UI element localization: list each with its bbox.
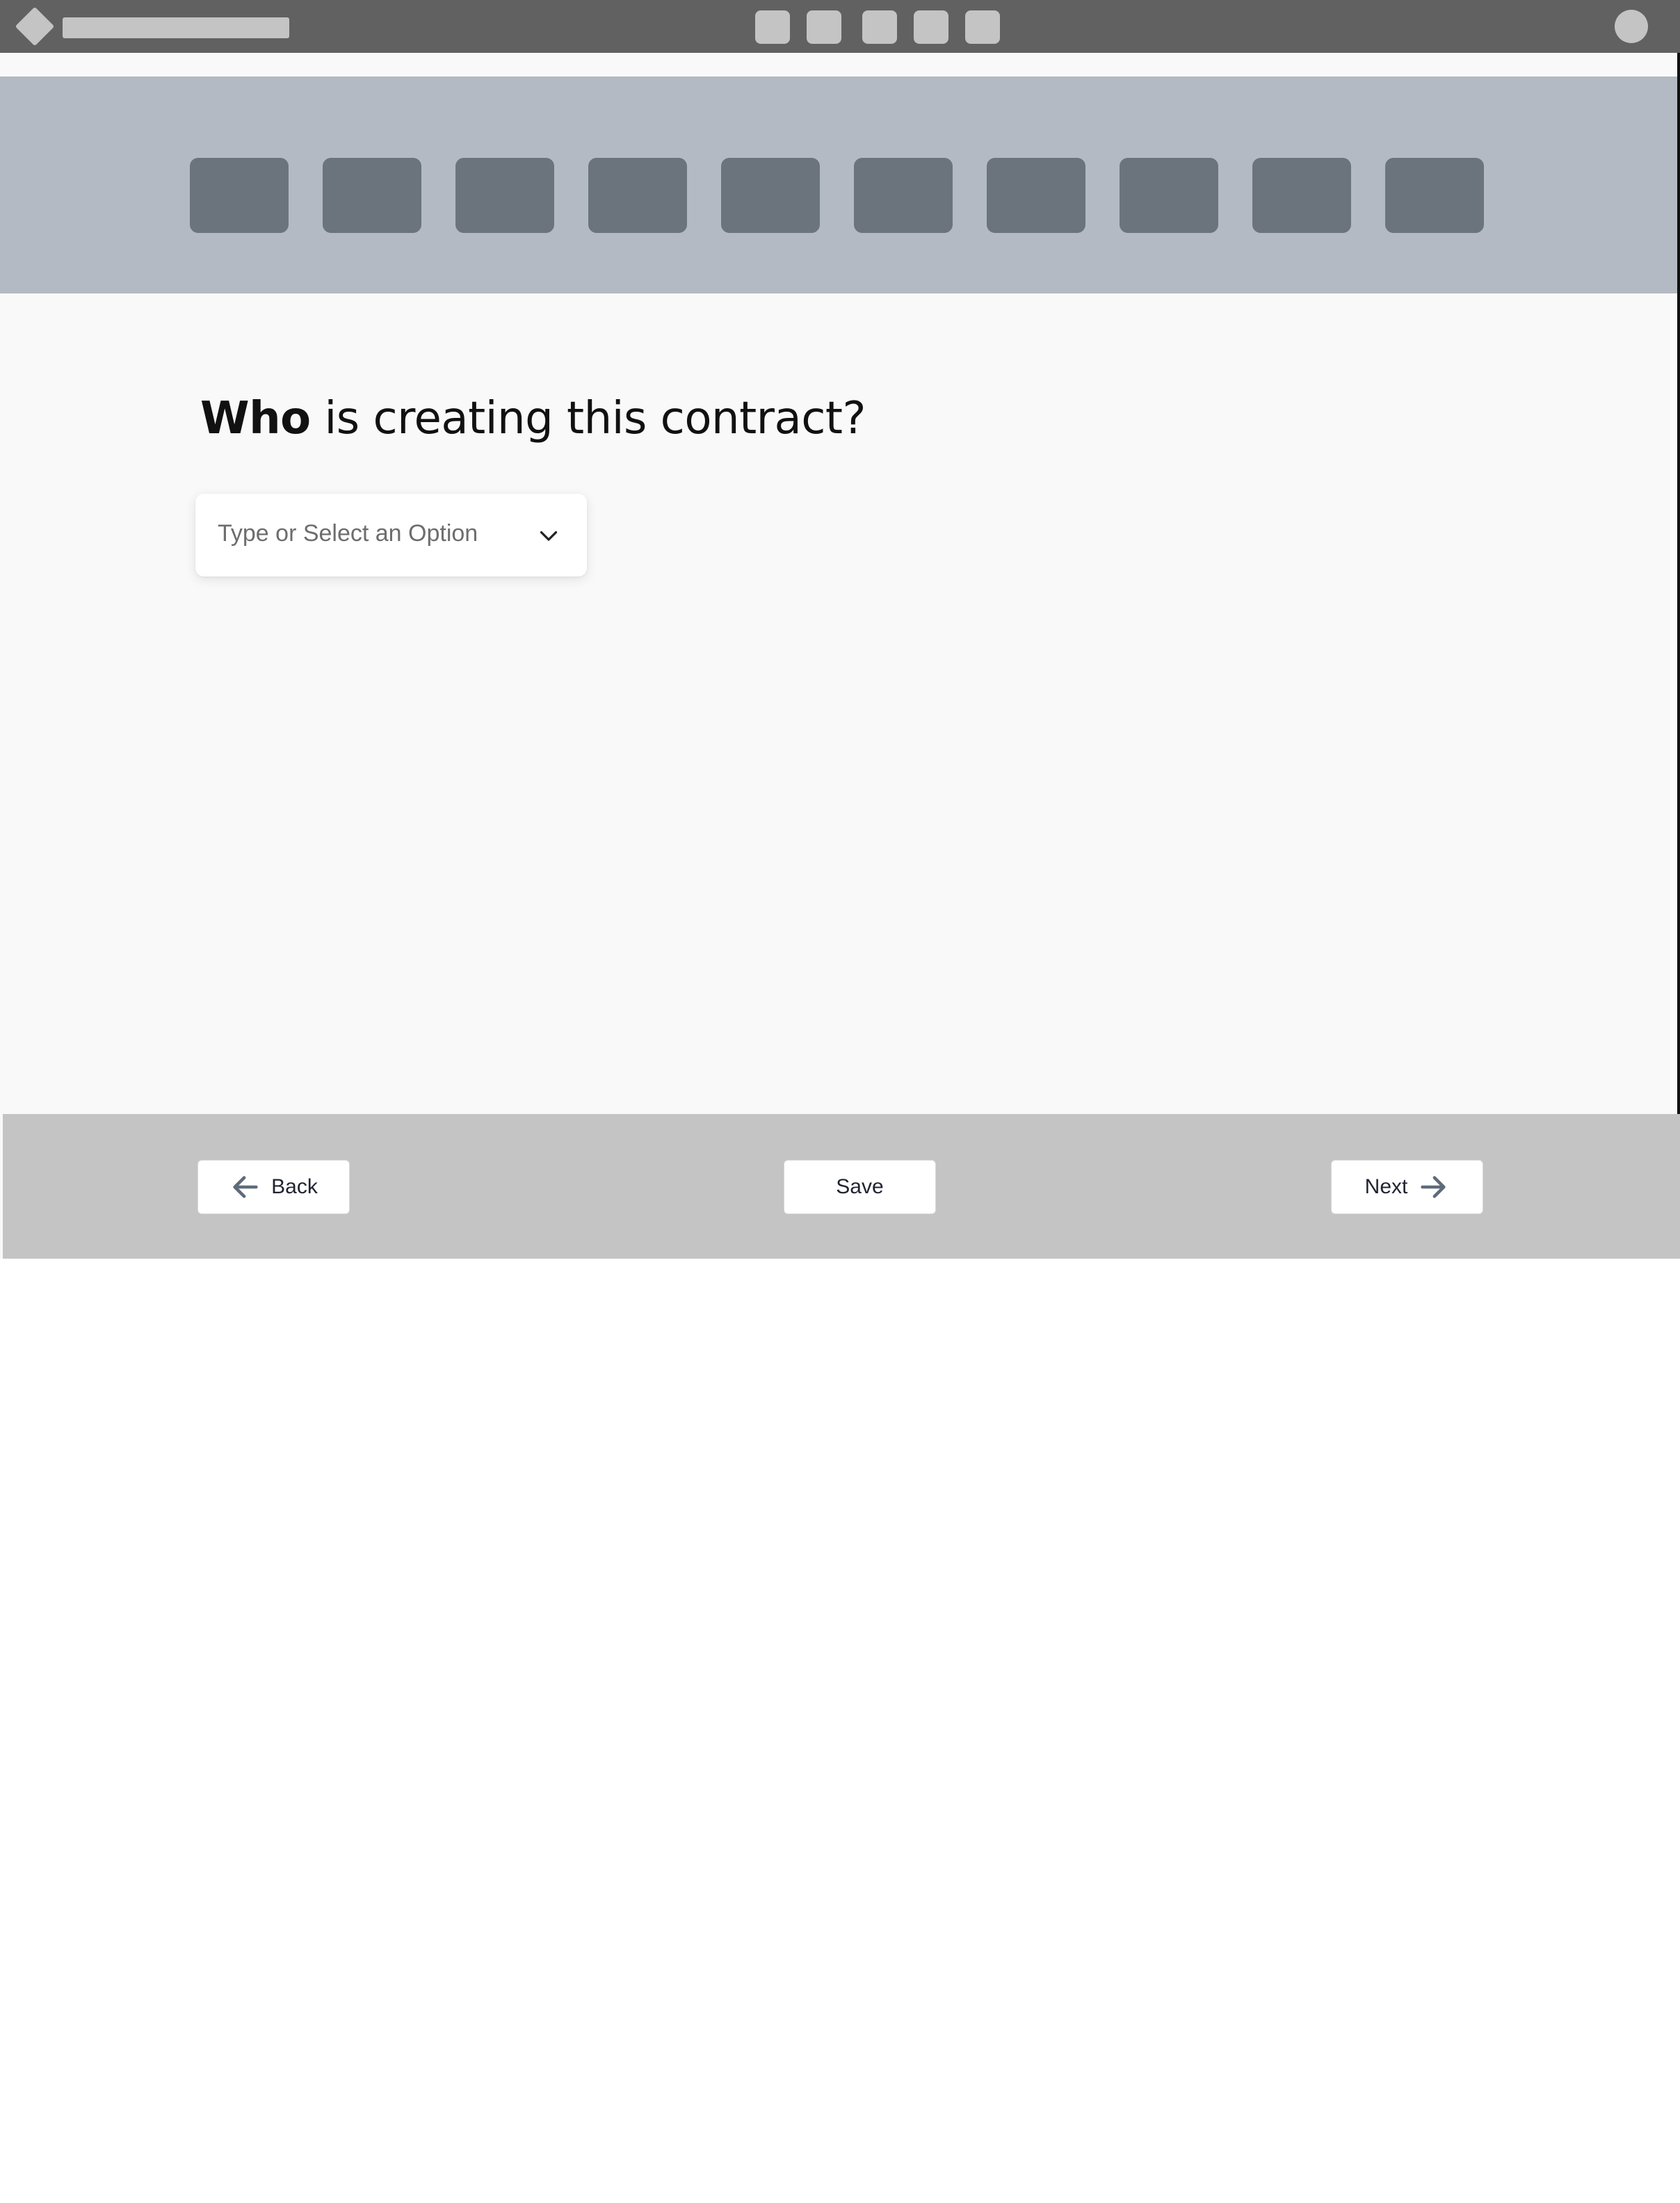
toolbar-icon-5[interactable] [965, 10, 1000, 44]
toolbar-icon-1[interactable] [755, 10, 790, 44]
back-button[interactable]: Back [197, 1160, 350, 1214]
step-4[interactable] [588, 158, 687, 233]
avatar[interactable] [1615, 10, 1648, 43]
question-emphasis: Who [200, 393, 311, 444]
step-3[interactable] [455, 158, 554, 233]
step-8[interactable] [1120, 158, 1218, 233]
next-label: Next [1364, 1175, 1408, 1198]
toolbar-icon-3[interactable] [862, 10, 897, 44]
chevron-down-icon [540, 531, 558, 541]
save-button[interactable]: Save [784, 1160, 936, 1214]
step-1[interactable] [190, 158, 289, 233]
back-label: Back [271, 1175, 318, 1198]
page-title: Who is creating this contract? [200, 393, 866, 444]
page: Who is creating this contract? Type or S… [0, 0, 1680, 2203]
step-7[interactable] [987, 158, 1085, 233]
top-bar [0, 0, 1680, 53]
save-label: Save [836, 1175, 884, 1198]
progress-steps [0, 76, 1677, 293]
step-5[interactable] [721, 158, 820, 233]
step-6[interactable] [854, 158, 953, 233]
question-text: is creating this contract? [310, 393, 866, 444]
step-9[interactable] [1252, 158, 1351, 233]
step-2[interactable] [323, 158, 421, 233]
logo-icon[interactable] [15, 6, 55, 47]
toolbar-icon-2[interactable] [807, 10, 841, 44]
toolbar-icon-4[interactable] [914, 10, 948, 44]
arrow-right-icon [1421, 1176, 1446, 1198]
app-title-placeholder [63, 17, 289, 38]
arrow-left-icon [233, 1176, 258, 1198]
step-10[interactable] [1385, 158, 1484, 233]
select-placeholder: Type or Select an Option [218, 520, 478, 547]
next-button[interactable]: Next [1331, 1160, 1483, 1214]
creator-select[interactable]: Type or Select an Option [195, 494, 587, 576]
